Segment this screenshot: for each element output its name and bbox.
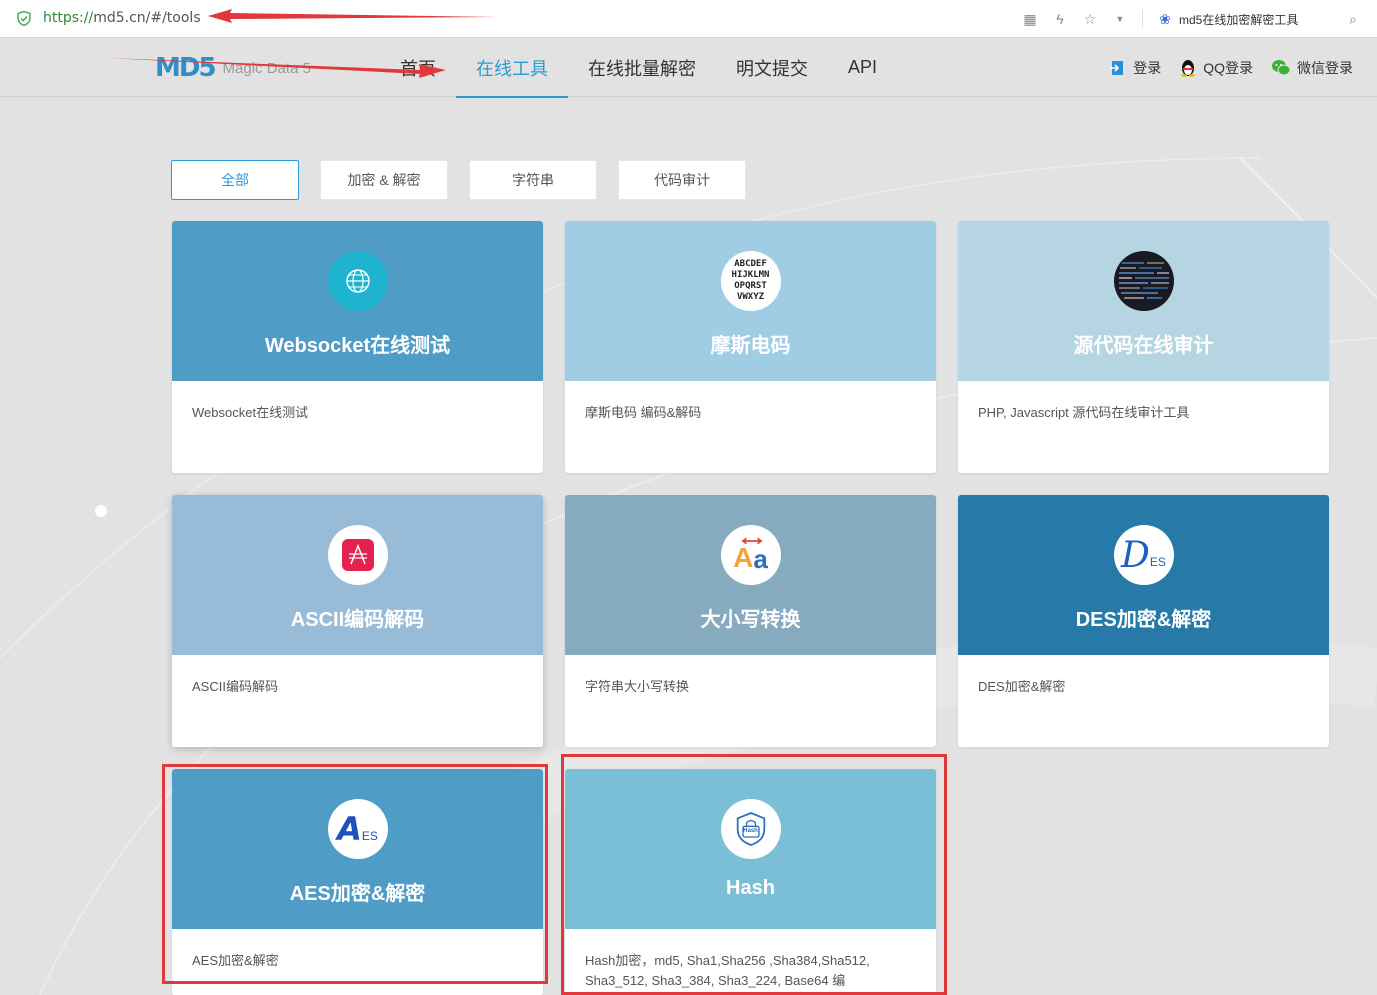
globe-icon xyxy=(327,251,388,311)
baidu-paw-icon: ❀ xyxy=(1159,10,1171,27)
des-small-letters: ES xyxy=(1149,555,1166,569)
card-banner: ABCDEF HIJKLMN OPQRST VWXYZ 摩斯电码 xyxy=(565,221,936,381)
card-description: 字符串大小写转换 xyxy=(585,679,690,694)
lightning-icon[interactable]: ϟ xyxy=(1052,11,1068,27)
site-header: MD5 Magic Data 5 首页 在线工具 在线批量解密 明文提交 API… xyxy=(0,38,1377,98)
qq-login-label: QQ登录 xyxy=(1203,59,1253,76)
card-title: 摩斯电码 xyxy=(710,335,791,357)
nav-api[interactable]: API xyxy=(828,38,897,97)
tool-card-morse[interactable]: ABCDEF HIJKLMN OPQRST VWXYZ 摩斯电码 摩斯电码 编码… xyxy=(565,221,936,473)
tool-card-websocket[interactable]: Websocket在线测试 Websocket在线测试 xyxy=(172,221,543,473)
tool-card-des[interactable]: D ES DES加密&解密 DES加密&解密 xyxy=(958,495,1329,747)
morse-letters-icon: ABCDEF HIJKLMN OPQRST VWXYZ xyxy=(720,251,781,311)
filter-all[interactable]: 全部 xyxy=(171,160,299,200)
chevron-down-icon[interactable]: ▼ xyxy=(1112,11,1128,27)
card-description: 摩斯电码 编码&解码 xyxy=(585,405,702,420)
nav-home[interactable]: 首页 xyxy=(380,38,456,97)
card-banner: Websocket在线测试 xyxy=(172,221,543,381)
case-small-letter: a xyxy=(753,543,768,574)
card-banner: ASCII编码解码 xyxy=(172,495,543,655)
highlight-box-hash xyxy=(561,754,947,995)
card-title: DES加密&解密 xyxy=(1075,609,1212,631)
filter-code-audit[interactable]: 代码审计 xyxy=(618,160,746,200)
star-bookmark-icon[interactable]: ☆ xyxy=(1082,11,1098,27)
search-icon[interactable]: ⌕ xyxy=(1345,11,1361,27)
card-description: Websocket在线测试 xyxy=(192,405,309,420)
login-link[interactable]: 登录 xyxy=(1109,58,1161,78)
nav-plaintext-submit[interactable]: 明文提交 xyxy=(716,38,828,97)
auth-links: 登录 QQ登录 微信登录 xyxy=(1109,38,1353,97)
card-banner: D ES DES加密&解密 xyxy=(958,495,1329,655)
browser-search-box[interactable]: ❀ md5在线加密解密工具 ⌕ xyxy=(1157,11,1361,28)
des-icon: D ES xyxy=(1113,525,1174,585)
login-icon xyxy=(1110,60,1124,75)
card-title: 源代码在线审计 xyxy=(1073,335,1214,357)
card-title: ASCII编码解码 xyxy=(290,609,425,631)
main-nav: 首页 在线工具 在线批量解密 明文提交 API xyxy=(380,38,897,98)
card-title: Websocket在线测试 xyxy=(264,335,451,357)
tool-card-case-convert[interactable]: A a 大小写转换 字符串大小写转换 xyxy=(565,495,936,747)
browser-search-text: md5在线加密解密工具 xyxy=(1179,12,1299,27)
secure-shield-icon xyxy=(17,11,31,26)
wechat-login-link[interactable]: 微信登录 xyxy=(1271,58,1353,78)
ascii-icon xyxy=(327,525,388,585)
source-code-icon xyxy=(1113,251,1174,311)
tool-card-source-audit[interactable]: 源代码在线审计 PHP, Javascript 源代码在线审计工具 xyxy=(958,221,1329,473)
browser-address-bar: https://md5.cn/#/tools ▦ ϟ ☆ ▼ ❀ md5在线加密… xyxy=(0,0,1377,38)
case-big-letter: A xyxy=(733,542,754,573)
url-path: md5.cn/#/tools xyxy=(93,10,201,26)
wechat-icon xyxy=(1272,59,1291,75)
tool-card-ascii[interactable]: ASCII编码解码 ASCII编码解码 xyxy=(172,495,543,747)
logo-mark: MD5 xyxy=(155,53,217,83)
url-field[interactable]: https://md5.cn/#/tools xyxy=(43,10,201,26)
card-banner: 源代码在线审计 xyxy=(958,221,1329,381)
logo-name: Magic Data 5 xyxy=(222,59,311,77)
swap-arrows-icon xyxy=(740,537,763,545)
highlight-box-aes xyxy=(162,764,548,984)
morse-letters-text: ABCDEF HIJKLMN OPQRST VWXYZ xyxy=(731,259,770,302)
filter-encrypt-decrypt[interactable]: 加密 & 解密 xyxy=(320,160,448,200)
toolbar-separator xyxy=(1142,10,1143,28)
card-description: DES加密&解密 xyxy=(978,679,1066,694)
card-banner: A a 大小写转换 xyxy=(565,495,936,655)
card-title: 大小写转换 xyxy=(700,609,801,631)
filter-string[interactable]: 字符串 xyxy=(469,160,597,200)
card-description: PHP, Javascript 源代码在线审计工具 xyxy=(978,405,1190,420)
nav-online-tools[interactable]: 在线工具 xyxy=(456,38,568,98)
qq-login-link[interactable]: QQ登录 xyxy=(1179,58,1253,78)
url-scheme: https:// xyxy=(43,10,94,26)
case-convert-icon: A a xyxy=(720,525,781,585)
login-label: 登录 xyxy=(1133,59,1162,76)
qq-penguin-icon xyxy=(1181,59,1196,77)
des-big-letter: D xyxy=(1121,534,1150,576)
card-description: ASCII编码解码 xyxy=(192,679,278,694)
nav-batch-decrypt[interactable]: 在线批量解密 xyxy=(568,38,716,97)
site-logo[interactable]: MD5 Magic Data 5 xyxy=(155,52,325,84)
wechat-login-label: 微信登录 xyxy=(1297,59,1353,76)
category-filters: 全部 加密 & 解密 字符串 代码审计 xyxy=(171,160,746,200)
qr-code-icon[interactable]: ▦ xyxy=(1022,11,1038,27)
